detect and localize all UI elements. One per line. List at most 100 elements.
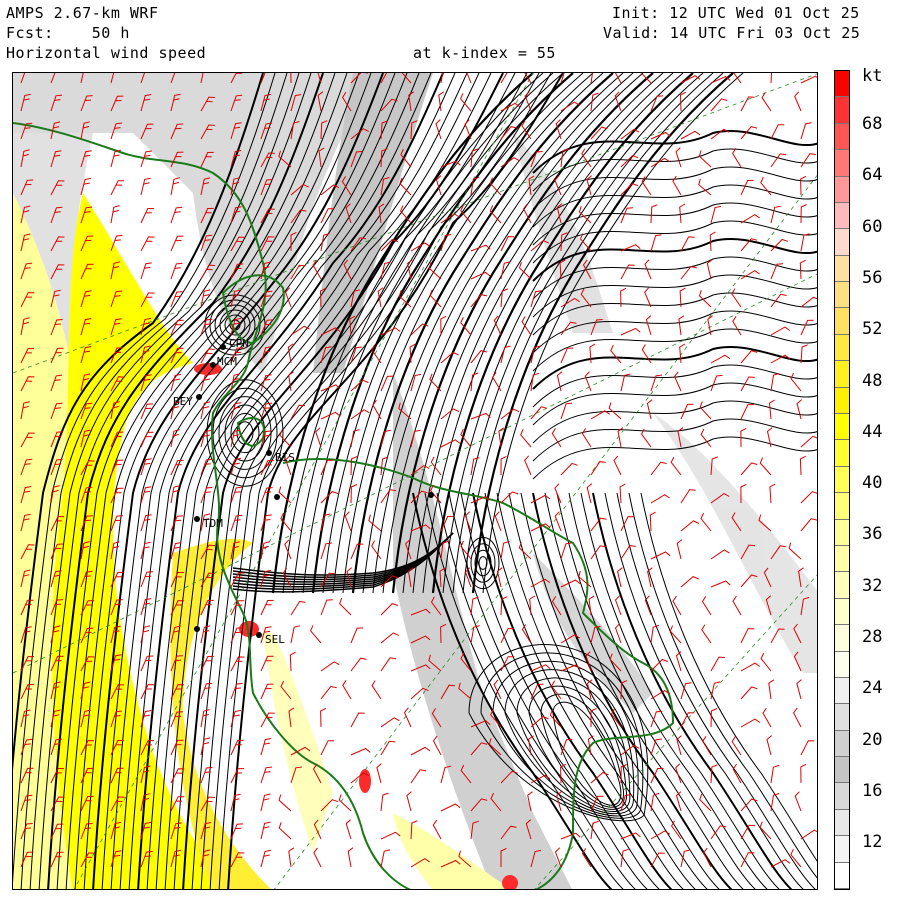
wind-barb [432, 819, 442, 840]
wind-barb [140, 541, 151, 560]
wind-barb [770, 764, 780, 784]
wind-barb [700, 512, 712, 532]
wind-barb [800, 435, 817, 448]
wind-barb [770, 373, 780, 392]
wind-barb [800, 763, 807, 784]
valid-time: Valid: 14 UTC Fri 03 Oct 25 [603, 24, 860, 42]
wind-barb [140, 208, 154, 224]
wind-barb [110, 180, 125, 196]
wind-barb [680, 489, 696, 504]
wind-barb [320, 599, 333, 616]
wind-barb [586, 483, 593, 504]
colorbar-swatch [835, 572, 849, 599]
colorbar-label: 28 [862, 627, 883, 647]
wind-barb [350, 657, 367, 672]
streamline [532, 346, 817, 390]
wind-barb [770, 326, 791, 336]
wind-barb [680, 576, 699, 588]
wind-barb [670, 456, 682, 476]
wind-barb [740, 350, 758, 364]
wind-barb [731, 288, 742, 308]
speed-colorbar [834, 70, 850, 890]
wind-barb [530, 406, 548, 420]
wind-barb [740, 96, 755, 112]
wind-barb [554, 511, 562, 532]
wind-barb [230, 683, 243, 700]
wind-barb [701, 596, 712, 616]
wind-barb [440, 73, 444, 84]
init-label: Init: [612, 4, 660, 22]
streamline [532, 364, 817, 408]
wind-barb [650, 494, 670, 504]
level-value: 55 [536, 44, 556, 62]
wind-barb [650, 624, 660, 644]
wind-barb [140, 177, 151, 196]
wind-barb [700, 428, 712, 448]
wind-barb [680, 849, 691, 868]
wind-barb [650, 204, 658, 224]
wind-barb [380, 632, 400, 644]
wind-barb [679, 343, 686, 364]
map-canvas: CPN MCM BEY BIS TDM SEL [13, 73, 817, 889]
wind-barb [110, 205, 120, 224]
wind-barb [344, 511, 352, 532]
colorbar-label: 52 [862, 319, 883, 340]
wind-barb [679, 203, 686, 224]
wind-barb [740, 686, 758, 700]
wind-barb [732, 595, 742, 616]
colorbar-label: 40 [862, 473, 883, 494]
colorbar-swatch [835, 730, 849, 758]
colorbar-swatch [835, 334, 849, 362]
colorbar-label: 36 [862, 524, 883, 545]
colorbar-swatch [835, 361, 849, 388]
colorbar-units: kt [862, 66, 883, 86]
colorbar-swatch [835, 97, 849, 124]
wind-barb [560, 347, 574, 364]
wind-barb [766, 735, 772, 756]
wind-barb [671, 820, 682, 840]
wind-barb [410, 769, 427, 784]
wind-barb [140, 655, 154, 672]
wind-barb [702, 736, 712, 756]
streamline [478, 556, 488, 570]
streamline [532, 166, 817, 210]
wind-barb [380, 657, 397, 672]
wind-barb [620, 545, 636, 560]
wind-barb [380, 717, 400, 728]
wind-barb [560, 462, 578, 476]
station-marker [256, 632, 262, 638]
wind-barb [800, 491, 817, 504]
colorbar-label: 44 [862, 421, 883, 442]
wind-barb [230, 768, 244, 784]
wind-barb [320, 542, 332, 560]
colorbar-label: 68 [862, 114, 883, 134]
wind-barb [560, 664, 581, 672]
wind-barb [800, 740, 815, 756]
wind-barb [170, 177, 180, 196]
wind-barb [380, 261, 391, 280]
wind-barb [760, 652, 772, 672]
wind-barb [794, 91, 802, 112]
wind-barb [650, 461, 667, 476]
colorbar-swatch [835, 677, 849, 705]
wind-barb [800, 153, 816, 168]
wind-barb [560, 832, 581, 840]
streamline [552, 701, 622, 806]
wind-barb [470, 412, 491, 420]
field-name: Horizontal wind speed [6, 44, 207, 62]
valid-label: Valid: [603, 24, 661, 42]
colorbar-swatch [835, 150, 849, 177]
streamline [532, 328, 817, 372]
wind-barb [590, 461, 606, 476]
wind-barb [673, 371, 682, 392]
wind-barb [560, 579, 581, 588]
wind-barb [278, 794, 292, 812]
wind-barb [464, 511, 472, 532]
wind-barb [740, 662, 761, 672]
colorbar-swatch [835, 783, 849, 810]
colorbar-swatch [835, 598, 849, 626]
wind-barb [342, 680, 352, 700]
station-marker [196, 394, 202, 400]
wind-barb [560, 542, 572, 560]
colorbar-swatch [835, 202, 849, 230]
